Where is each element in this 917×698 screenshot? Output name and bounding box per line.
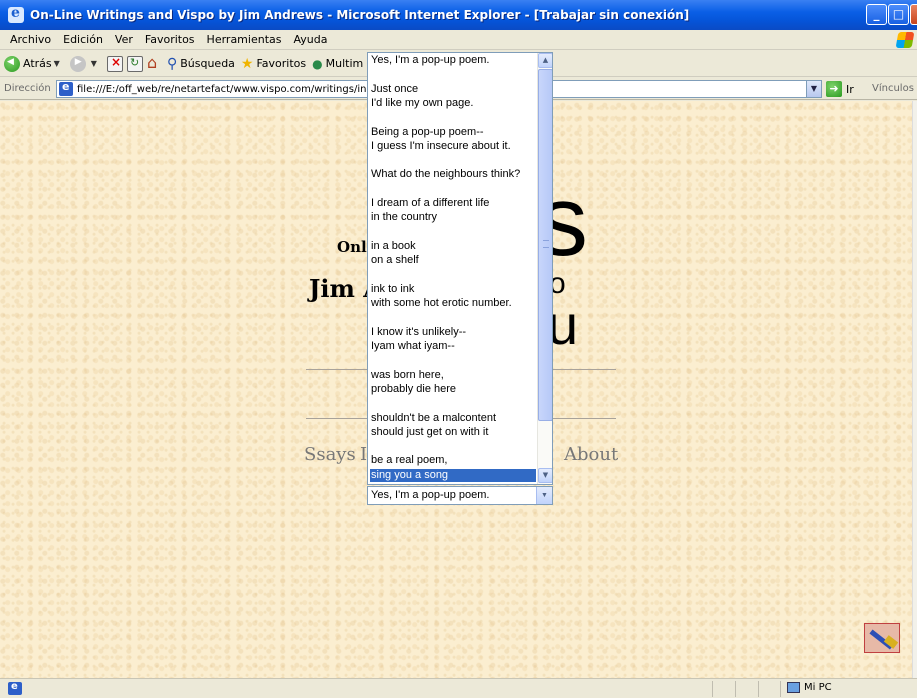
computer-icon (787, 682, 800, 693)
status-divider (712, 681, 713, 697)
address-url: file:///E:/off_web/re/netartefact/www.vi… (77, 83, 408, 95)
poem-line[interactable]: Just once (370, 83, 536, 96)
menu-ayuda[interactable]: Ayuda (287, 33, 333, 46)
media-button[interactable]: Multim (312, 57, 364, 71)
scroll-down-icon[interactable]: ▼ (538, 468, 552, 483)
menu-herramientas[interactable]: Herramientas (201, 33, 288, 46)
poem-line[interactable]: Iyam what iyam-- (370, 340, 536, 353)
title-bar: On-Line Writings and Vispo by Jim Andrew… (0, 0, 917, 30)
menu-ver[interactable]: Ver (109, 33, 139, 46)
menu-archivo[interactable]: Archivo (4, 33, 57, 46)
poem-line[interactable]: on a shelf (370, 254, 536, 267)
poem-line[interactable]: with some hot erotic number. (370, 297, 536, 310)
chevron-down-icon[interactable]: ▼ (91, 59, 97, 68)
maximize-button[interactable]: □ (888, 4, 909, 25)
menu-favoritos[interactable]: Favoritos (139, 33, 201, 46)
forward-button[interactable]: ▼ (69, 55, 101, 72)
windows-logo-icon (895, 32, 915, 48)
chevron-down-icon[interactable]: ▼ (54, 59, 60, 68)
poem-line[interactable] (370, 397, 536, 410)
status-divider (735, 681, 736, 697)
back-arrow-icon (4, 55, 20, 72)
poem-line[interactable]: was born here, (370, 369, 536, 382)
window-title: On-Line Writings and Vispo by Jim Andrew… (30, 8, 690, 22)
menu-bar: Archivo Edición Ver Favoritos Herramient… (0, 30, 917, 50)
page-icon (59, 81, 73, 96)
quill-pen-icon[interactable] (864, 623, 900, 653)
poem-line[interactable]: I know it's unlikely-- (370, 326, 536, 339)
poem-line[interactable] (370, 111, 536, 124)
search-button[interactable]: Búsqueda (167, 56, 235, 72)
forward-arrow-icon (69, 55, 86, 72)
poem-select-value: Yes, I'm a pop-up poem. (371, 489, 490, 501)
poem-select[interactable]: Yes, I'm a pop-up poem. ▼ (367, 486, 553, 505)
poem-line[interactable]: sing you a song (370, 468, 536, 482)
poem-line[interactable] (370, 154, 536, 167)
status-bar: Mi PC (0, 678, 917, 698)
scrollbar-thumb[interactable] (538, 69, 552, 421)
scroll-up-icon[interactable]: ▲ (538, 53, 552, 68)
minimize-button[interactable]: _ (866, 4, 887, 25)
menu-edicion[interactable]: Edición (57, 33, 109, 46)
poem-line[interactable] (370, 68, 536, 81)
chevron-down-icon[interactable]: ▼ (536, 487, 552, 504)
poem-line[interactable]: shouldn't be a malcontent (370, 412, 536, 425)
stop-icon[interactable] (106, 55, 123, 72)
zone-label: Mi PC (804, 682, 832, 693)
poem-line[interactable]: I'd like my own page. (370, 97, 536, 110)
search-label: Búsqueda (180, 57, 235, 70)
page-scrollbar[interactable] (912, 101, 917, 678)
poem-line[interactable]: in a book (370, 240, 536, 253)
grip-icon (543, 240, 549, 248)
poem-line[interactable]: Being a pop-up poem-- (370, 126, 536, 139)
address-label: Dirección (4, 83, 51, 94)
refresh-icon[interactable] (126, 55, 143, 72)
poem-line[interactable] (370, 226, 536, 239)
media-label: Multim (325, 57, 364, 70)
address-dropdown-icon[interactable]: ▼ (806, 80, 822, 98)
poem-line[interactable] (370, 440, 536, 453)
poem-line[interactable]: in the country (370, 211, 536, 224)
favorites-button[interactable]: Favoritos (241, 56, 306, 72)
poem-line[interactable] (370, 269, 536, 282)
home-icon[interactable] (147, 53, 163, 72)
status-divider (780, 681, 781, 697)
list-scrollbar[interactable]: ▲ ▼ (537, 53, 552, 484)
go-label: Ir (846, 82, 854, 96)
ie-icon (8, 5, 24, 23)
status-divider (758, 681, 759, 697)
security-zone: Mi PC (787, 682, 832, 693)
poem-line[interactable]: ink to ink (370, 283, 536, 296)
poem-line[interactable] (370, 183, 536, 196)
links-label[interactable]: Vínculos (872, 83, 914, 94)
poem-line[interactable] (370, 311, 536, 324)
close-button[interactable] (910, 4, 917, 25)
poem-line[interactable]: I guess I'm insecure about it. (370, 140, 536, 153)
poem-line[interactable]: should just get on with it (370, 426, 536, 439)
poem-line[interactable]: Yes, I'm a pop-up poem. (370, 54, 536, 67)
nav-link-ssays[interactable]: Ssays (304, 444, 356, 465)
go-arrow-icon: ➜ (826, 81, 842, 97)
poem-line[interactable]: What do the neighbours think? (370, 168, 536, 181)
back-label: Atrás (23, 57, 52, 70)
favorites-label: Favoritos (256, 57, 307, 70)
poem-line[interactable]: be a real poem, (370, 454, 536, 467)
nav-link-about[interactable]: About (564, 444, 618, 465)
ie-page-icon (8, 681, 22, 695)
poem-line[interactable]: probably die here (370, 383, 536, 396)
go-button[interactable]: ➜ Ir (826, 81, 854, 97)
poem-line[interactable]: I dream of a different life (370, 197, 536, 210)
popup-poem-list[interactable]: sing you a song be a real poem, should jus… (367, 52, 553, 485)
poem-line[interactable] (370, 354, 536, 367)
back-button[interactable]: Atrás ▼ (4, 55, 64, 72)
